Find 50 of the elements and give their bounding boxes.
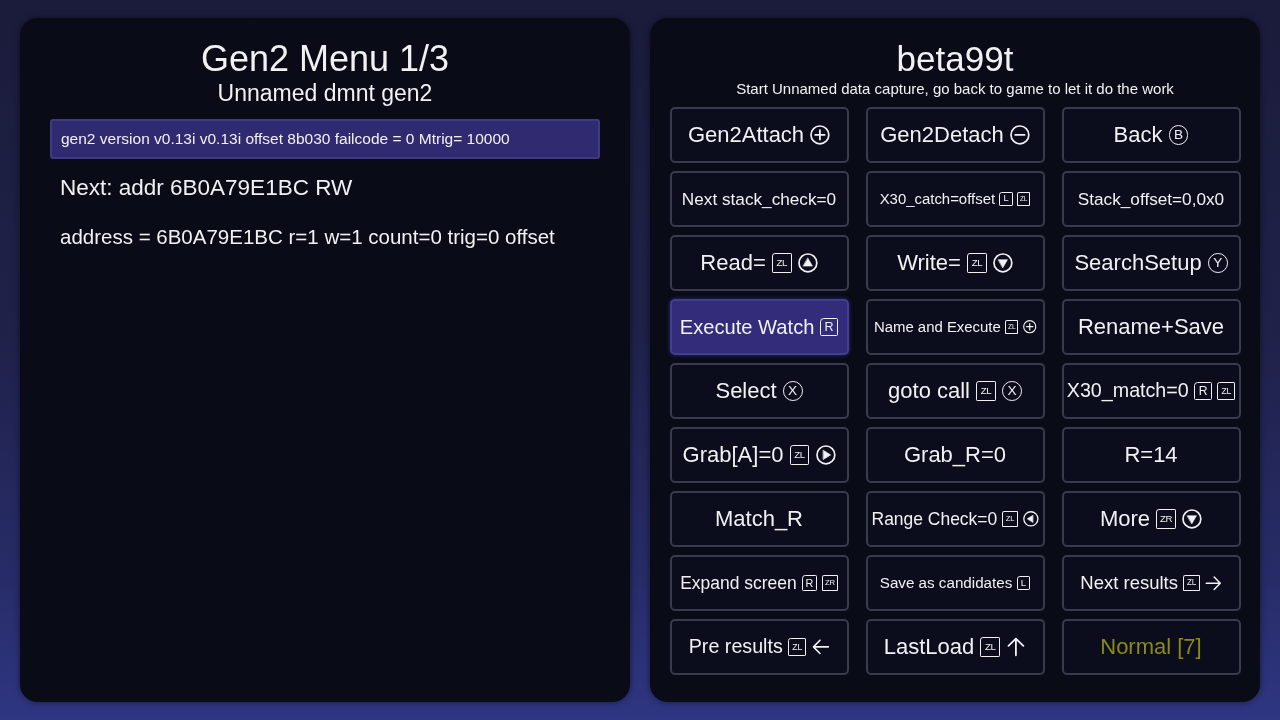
circled-minus-icon	[1009, 125, 1030, 145]
menu-button[interactable]: Gen2Detach	[865, 107, 1045, 163]
boxed-letter-icon: L	[1016, 576, 1031, 590]
menu-button[interactable]: Gen2Attach	[669, 107, 849, 163]
left-arrow-icon	[811, 638, 830, 656]
boxed-letter-icon: R	[1194, 382, 1212, 400]
status-bar: gen2 version v0.13i v0.13i offset 8b030 failcode = 0 Mtrig= 10000	[50, 119, 600, 159]
app-subtitle: Start Unnamed data capture, go back to game to let it do the work	[736, 80, 1174, 98]
menu-button[interactable]: Normal [7]	[1061, 619, 1241, 675]
menu-button[interactable]: Pre results ZL	[669, 619, 849, 675]
boxed-letter-icon: ZL	[967, 253, 987, 273]
menu-button[interactable]: R=14	[1061, 427, 1241, 483]
menu-button[interactable]: Back B	[1061, 107, 1241, 163]
up-arrow-icon	[1006, 637, 1027, 657]
boxed-letter-icon: ZL	[1183, 574, 1200, 592]
menu-button[interactable]: SearchSetup Y	[1061, 235, 1241, 291]
menu-button[interactable]: Stack_offset=0,0x0	[1061, 171, 1241, 227]
info-line: address = 6B0A79E1BC r=1 w=1 count=0 trig=0 offset	[60, 225, 556, 249]
menu-subtitle: Unnamed dmnt gen2	[216, 80, 434, 106]
circled-plus-icon	[1022, 320, 1037, 334]
boxed-letter-icon: L	[999, 192, 1013, 206]
menu-button[interactable]: Write= ZL	[865, 235, 1045, 291]
boxed-letter-icon: ZR	[1156, 509, 1177, 529]
menu-button[interactable]: X30_match=0 R ZL	[1061, 363, 1241, 419]
menu-button[interactable]: Match_R	[669, 491, 849, 547]
menu-button[interactable]: Grab[A]=0 ZL	[669, 427, 849, 483]
boxed-letter-icon: ZL	[789, 445, 810, 465]
info-line: Next: addr 6B0A79E1BC RW	[60, 175, 354, 201]
menu-button[interactable]: Select X	[669, 363, 849, 419]
menu-button[interactable]: Save as candidates L	[865, 555, 1045, 611]
menu-title: Gen2 Menu 1/3	[199, 38, 451, 80]
boxed-letter-icon: ZL	[771, 253, 792, 273]
menu-button[interactable]: Rename+Save	[1061, 299, 1241, 355]
menu-button[interactable]: Next stack_check=0	[669, 171, 849, 227]
boxed-letter-icon: R	[820, 317, 839, 337]
menu-button[interactable]: LastLoad ZL	[865, 619, 1045, 675]
menu-button[interactable]: Execute Watch R	[669, 299, 849, 355]
boxed-letter-icon: ZL	[788, 638, 807, 656]
menu-button[interactable]: goto call ZL X	[865, 363, 1045, 419]
boxed-letter-icon: R	[801, 575, 818, 591]
boxed-letter-icon: ZL	[976, 381, 996, 401]
right-arrow-icon	[1205, 574, 1222, 592]
app-title: beta99t	[896, 38, 1014, 80]
circled-plus-icon	[810, 125, 831, 145]
menu-button[interactable]: Read= ZL	[669, 235, 849, 291]
boxed-letter-icon: ZL	[1217, 382, 1236, 400]
menu-button[interactable]: Grab_R=0	[865, 427, 1045, 483]
menu-button[interactable]: Next results ZL	[1061, 555, 1241, 611]
boxed-letter-icon: ZL	[980, 637, 1001, 657]
menu-button[interactable]: More ZR	[1061, 491, 1241, 547]
